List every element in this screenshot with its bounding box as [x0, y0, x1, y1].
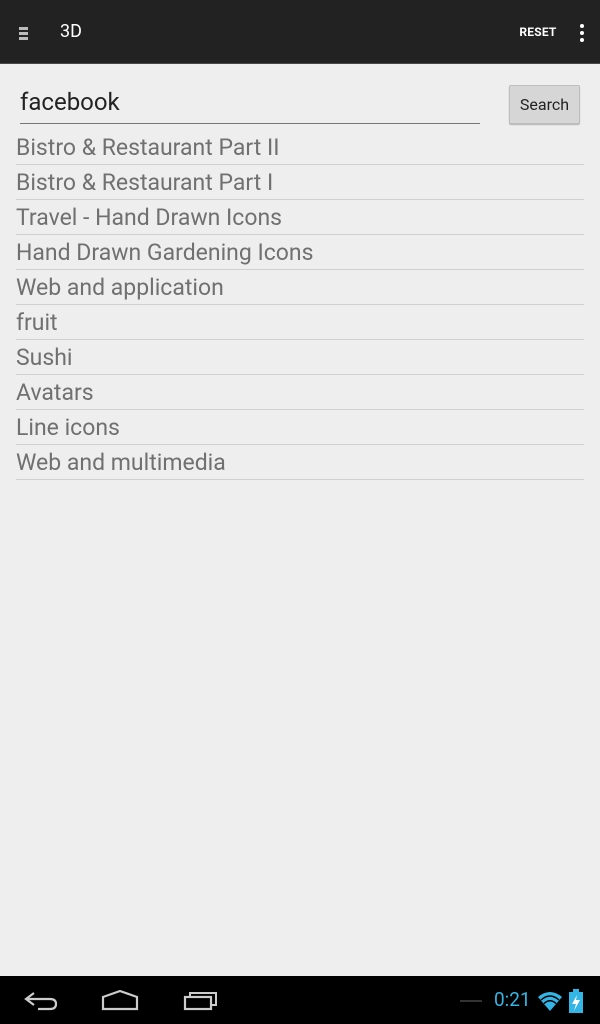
screen: 3D RESET facebook Search Bistro & Restau…	[0, 0, 600, 1024]
list-item[interactable]: Travel - Hand Drawn Icons	[16, 200, 584, 235]
page-title: 3D	[60, 21, 82, 42]
list-item[interactable]: fruit	[16, 305, 584, 340]
battery-charging-icon	[569, 989, 583, 1013]
list-item[interactable]: Line icons	[16, 410, 584, 445]
list-item[interactable]: Bistro & Restaurant Part II	[16, 130, 584, 165]
menu-icon[interactable]	[16, 22, 38, 44]
status-indicator	[460, 1000, 482, 1002]
wifi-icon	[538, 992, 562, 1011]
navigation-bar: 0:21	[0, 976, 600, 1024]
back-icon[interactable]	[22, 988, 60, 1012]
list-item[interactable]: Sushi	[16, 340, 584, 375]
search-input[interactable]: facebook	[20, 84, 480, 124]
action-bar: 3D RESET	[0, 0, 600, 64]
list-item[interactable]: Web and application	[16, 270, 584, 305]
list-item[interactable]: Hand Drawn Gardening Icons	[16, 235, 584, 270]
list-item[interactable]: Web and multimedia	[16, 445, 584, 480]
list-item[interactable]: Bistro & Restaurant Part I	[16, 165, 584, 200]
result-list: Bistro & Restaurant Part II Bistro & Res…	[16, 130, 584, 480]
search-button[interactable]: Search	[509, 85, 580, 124]
clock: 0:21	[494, 988, 531, 1011]
recent-apps-icon[interactable]	[182, 988, 220, 1012]
reset-button[interactable]: RESET	[505, 18, 571, 46]
list-item[interactable]: Avatars	[16, 375, 584, 410]
home-icon[interactable]	[100, 988, 140, 1012]
overflow-menu-icon[interactable]	[572, 18, 592, 46]
